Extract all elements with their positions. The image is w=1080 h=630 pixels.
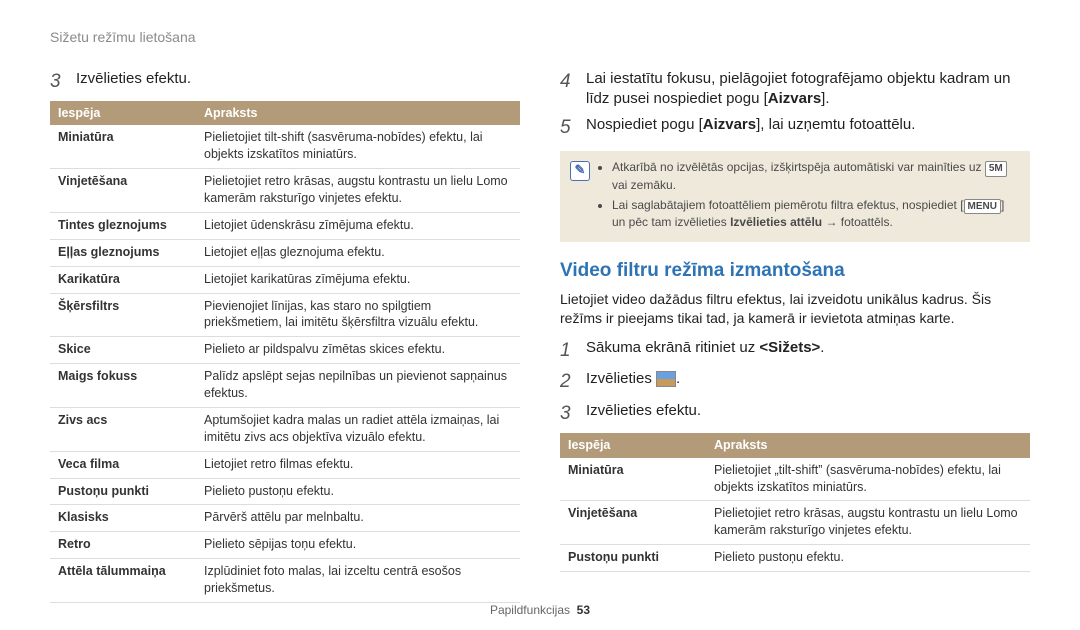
step-number: 2 bbox=[560, 369, 578, 395]
step-2: 2 Izvēlieties . bbox=[560, 369, 1030, 395]
footer-label: Papildfunkcijas bbox=[490, 603, 570, 617]
opt-name: Zivs acs bbox=[50, 407, 196, 451]
section-intro: Lietojiet video dažādus filtru efektus, … bbox=[560, 290, 1030, 328]
opt-name: Pustoņu punkti bbox=[560, 545, 706, 572]
step-3-text: Izvēlieties efektu. bbox=[76, 69, 191, 95]
right-column: 4 Lai iestatītu fokusu, pielāgojiet foto… bbox=[560, 65, 1030, 603]
opt-desc: Pievienojiet līnijas, kas staro no spilg… bbox=[196, 293, 520, 337]
table-row: RetroPielieto sēpijas toņu efektu. bbox=[50, 532, 520, 559]
table-row: MiniatūraPielietojiet tilt-shift (sasvēr… bbox=[50, 125, 520, 168]
opt-desc: Pielietojiet „tilt-shift” (sasvēruma-nob… bbox=[706, 458, 1030, 501]
step-number: 1 bbox=[560, 338, 578, 364]
step-text: Izvēlieties efektu. bbox=[586, 401, 701, 427]
opt-name: Attēla tālummaiņa bbox=[50, 559, 196, 603]
opt-desc: Lietojiet ūdenskrāsu zīmējuma efektu. bbox=[196, 212, 520, 239]
step-text: Sākuma ekrānā ritiniet uz <Sižets>. bbox=[586, 338, 824, 364]
opt-name: Klasisks bbox=[50, 505, 196, 532]
opt-desc: Lietojiet retro filmas efektu. bbox=[196, 451, 520, 478]
table-row: Pustoņu punktiPielieto pustoņu efektu. bbox=[50, 478, 520, 505]
opt-desc: Pielieto pustoņu efektu. bbox=[196, 478, 520, 505]
opt-name: Veca filma bbox=[50, 451, 196, 478]
note-list: Atkarībā no izvēlētās opcijas, izšķirtsp… bbox=[598, 159, 1020, 234]
step-5-number: 5 bbox=[560, 115, 578, 141]
note-icon: ✎ bbox=[570, 161, 590, 181]
table-row: KarikatūraLietojiet karikatūras zīmējuma… bbox=[50, 266, 520, 293]
running-head: Sižetu režīmu lietošana bbox=[50, 28, 1030, 47]
opt-desc: Pārvērš attēlu par melnbaltu. bbox=[196, 505, 520, 532]
table-row: VinjetēšanaPielietojiet retro krāsas, au… bbox=[50, 169, 520, 213]
opt-desc: Lietojiet karikatūras zīmējuma efektu. bbox=[196, 266, 520, 293]
step-5-text-a: Nospiediet pogu [ bbox=[586, 116, 703, 133]
table-row: SkicePielieto ar pildspalvu zīmētas skic… bbox=[50, 337, 520, 364]
opt-name: Pustoņu punkti bbox=[50, 478, 196, 505]
step-4-text: Lai iestatītu fokusu, pielāgojiet fotogr… bbox=[586, 69, 1030, 110]
menu-glyph: MENU bbox=[964, 199, 1001, 215]
footer-page-number: 53 bbox=[577, 603, 590, 617]
opt-desc: Pielieto ar pildspalvu zīmētas skices ef… bbox=[196, 337, 520, 364]
note-item: Atkarībā no izvēlētās opcijas, izšķirtsp… bbox=[612, 159, 1020, 193]
options-table-right: Iespēja Apraksts MiniatūraPielietojiet „… bbox=[560, 433, 1030, 572]
step-3-number: 3 bbox=[50, 69, 68, 95]
page-footer: Papildfunkcijas 53 bbox=[0, 602, 1080, 618]
opt-name: Eļļas gleznojums bbox=[50, 239, 196, 266]
opt-name: Vinjetēšana bbox=[50, 169, 196, 213]
opt-name: Skice bbox=[50, 337, 196, 364]
table-row: Attēla tālummaiņaIzplūdiniet foto malas,… bbox=[50, 559, 520, 603]
opt-name: Miniatūra bbox=[50, 125, 196, 168]
step-5: 5 Nospiediet pogu [Aizvars], lai uzņemtu… bbox=[560, 115, 1030, 141]
opt-desc: Pielietojiet retro krāsas, augstu kontra… bbox=[706, 501, 1030, 545]
step-5-text-b: ], lai uzņemtu fotoattēlu. bbox=[756, 116, 915, 133]
note-item: Lai saglabātajiem fotoattēliem piemērotu… bbox=[612, 197, 1020, 231]
step-3: 3 Izvēlieties efektu. bbox=[560, 401, 1030, 427]
opt-name: Karikatūra bbox=[50, 266, 196, 293]
opt-name: Miniatūra bbox=[560, 458, 706, 501]
step-number: 3 bbox=[560, 401, 578, 427]
section-heading-video-filter: Video filtru režīma izmantošana bbox=[560, 258, 1030, 284]
note-box: ✎ Atkarībā no izvēlētās opcijas, izšķirt… bbox=[560, 151, 1030, 242]
th-option: Iespēja bbox=[560, 433, 706, 458]
opt-name: Tintes gleznojums bbox=[50, 212, 196, 239]
table-row: Maigs fokussPalīdz apslēpt sejas nepilnī… bbox=[50, 364, 520, 408]
table-row: KlasisksPārvērš attēlu par melnbaltu. bbox=[50, 505, 520, 532]
step-4: 4 Lai iestatītu fokusu, pielāgojiet foto… bbox=[560, 69, 1030, 110]
opt-desc: Lietojiet eļļas gleznojuma efektu. bbox=[196, 239, 520, 266]
resolution-glyph: 5M bbox=[985, 161, 1007, 177]
opt-name: Maigs fokuss bbox=[50, 364, 196, 408]
step-5-text: Nospiediet pogu [Aizvars], lai uzņemtu f… bbox=[586, 115, 915, 141]
step-3: 3 Izvēlieties efektu. bbox=[50, 69, 520, 95]
options-table-left: Iespēja Apraksts MiniatūraPielietojiet t… bbox=[50, 101, 520, 603]
opt-name: Šķērsfiltrs bbox=[50, 293, 196, 337]
th-desc: Apraksts bbox=[196, 101, 520, 126]
table-row: MiniatūraPielietojiet „tilt-shift” (sasv… bbox=[560, 458, 1030, 501]
table-row: Pustoņu punktiPielieto pustoņu efektu. bbox=[560, 545, 1030, 572]
opt-desc: Palīdz apslēpt sejas nepilnības un pievi… bbox=[196, 364, 520, 408]
opt-desc: Aptumšojiet kadra malas un radiet attēla… bbox=[196, 407, 520, 451]
opt-desc: Pielieto pustoņu efektu. bbox=[706, 545, 1030, 572]
step-1: 1 Sākuma ekrānā ritiniet uz <Sižets>. bbox=[560, 338, 1030, 364]
table-row: Eļļas gleznojumsLietojiet eļļas gleznoju… bbox=[50, 239, 520, 266]
table-row: VinjetēšanaPielietojiet retro krāsas, au… bbox=[560, 501, 1030, 545]
th-desc: Apraksts bbox=[706, 433, 1030, 458]
table-row: Tintes gleznojumsLietojiet ūdenskrāsu zī… bbox=[50, 212, 520, 239]
step-4-bold: Aizvars bbox=[768, 90, 821, 107]
step-4-text-b: ]. bbox=[821, 90, 829, 107]
step-4-number: 4 bbox=[560, 69, 578, 110]
opt-name: Vinjetēšana bbox=[560, 501, 706, 545]
opt-desc: Pielietojiet retro krāsas, augstu kontra… bbox=[196, 169, 520, 213]
opt-desc: Pielieto sēpijas toņu efektu. bbox=[196, 532, 520, 559]
left-column: 3 Izvēlieties efektu. Iespēja Apraksts M… bbox=[50, 65, 520, 603]
table-row: Zivs acsAptumšojiet kadra malas un radie… bbox=[50, 407, 520, 451]
opt-desc: Pielietojiet tilt-shift (sasvēruma-nobīd… bbox=[196, 125, 520, 168]
filter-mode-icon bbox=[656, 371, 676, 387]
th-option: Iespēja bbox=[50, 101, 196, 126]
opt-name: Retro bbox=[50, 532, 196, 559]
step-5-bold: Aizvars bbox=[703, 116, 756, 133]
opt-desc: Izplūdiniet foto malas, lai izceltu cent… bbox=[196, 559, 520, 603]
table-row: Veca filmaLietojiet retro filmas efektu. bbox=[50, 451, 520, 478]
table-row: ŠķērsfiltrsPievienojiet līnijas, kas sta… bbox=[50, 293, 520, 337]
step-text: Izvēlieties . bbox=[586, 369, 680, 395]
